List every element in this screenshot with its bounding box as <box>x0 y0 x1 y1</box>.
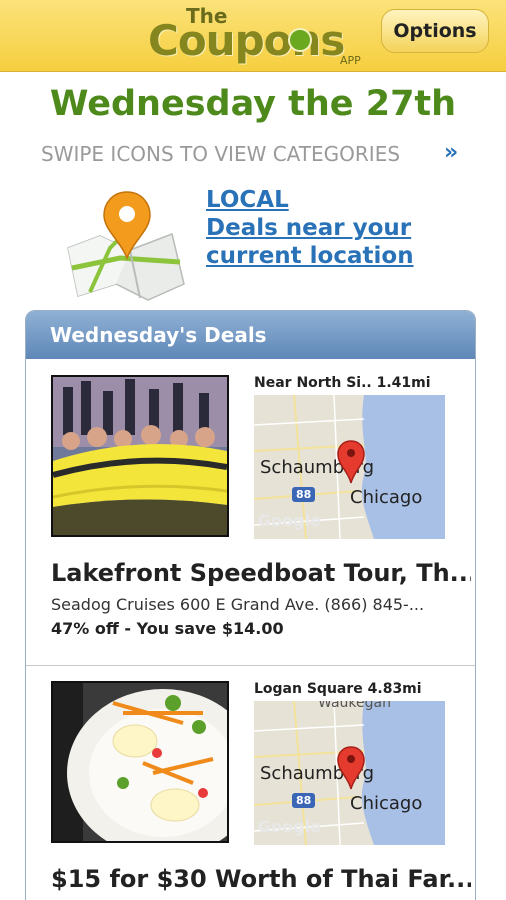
deal-location: Near North Si.. 1.41mi <box>254 375 431 391</box>
map-google-brand: Google <box>258 511 321 530</box>
date-title: Wednesday the 27th <box>49 84 457 124</box>
deal-title: $15 for $30 Worth of Thai Far... <box>51 865 471 893</box>
logo-word: Coupons <box>148 16 345 65</box>
map-pin-icon <box>337 440 365 484</box>
map-google-brand: Google <box>258 817 321 836</box>
deal-title: Lakefront Speedboat Tour, Th... <box>51 559 471 587</box>
logo-tag-icon <box>288 28 312 52</box>
deals-panel: Wednesday's Deals Near North Si.. 1.41mi… <box>25 310 476 900</box>
map-label-city: Chicago <box>350 487 423 508</box>
deal-address: Seadog Cruises 600 E Grand Ave. (866) 84… <box>51 595 425 614</box>
deal-savings: 47% off - You save $14.00 <box>51 619 284 638</box>
deal-item[interactable]: Logan Square 4.83mi Waukegan Schaumburg … <box>26 665 475 900</box>
next-category-arrow[interactable]: » <box>444 140 458 165</box>
swipe-hint: SWIPE ICONS TO VIEW CATEGORIES <box>41 142 401 166</box>
local-link-line2: Deals near your <box>206 215 412 241</box>
map-highway-88: 88 <box>292 487 316 502</box>
app-header: The Coupons APP Options <box>0 0 506 72</box>
deals-panel-title: Wednesday's Deals <box>26 311 475 359</box>
map-highway-88: 88 <box>292 793 316 808</box>
options-button[interactable]: Options <box>381 9 489 53</box>
local-map-pin-icon[interactable] <box>60 188 190 306</box>
map-label-city: Chicago <box>350 793 423 814</box>
map-label-top: Waukegan <box>318 701 391 711</box>
local-link-line1: LOCAL <box>206 187 289 213</box>
deal-map[interactable]: Schaumburg Chicago 88 Google <box>254 395 445 539</box>
deal-location: Logan Square 4.83mi <box>254 681 422 697</box>
deal-map[interactable]: Waukegan Schaumburg Chicago 88 Google <box>254 701 445 845</box>
local-link-line3: current location <box>206 243 414 269</box>
deal-photo <box>51 681 229 843</box>
coupons-app-logo: The Coupons APP <box>148 2 378 70</box>
map-pin-icon <box>337 746 365 790</box>
logo-app: APP <box>340 54 361 67</box>
deal-photo <box>51 375 229 537</box>
deal-item[interactable]: Near North Si.. 1.41mi Schaumburg Chicag… <box>26 359 475 665</box>
local-deals-link[interactable]: LOCAL Deals near your current location <box>206 186 414 270</box>
